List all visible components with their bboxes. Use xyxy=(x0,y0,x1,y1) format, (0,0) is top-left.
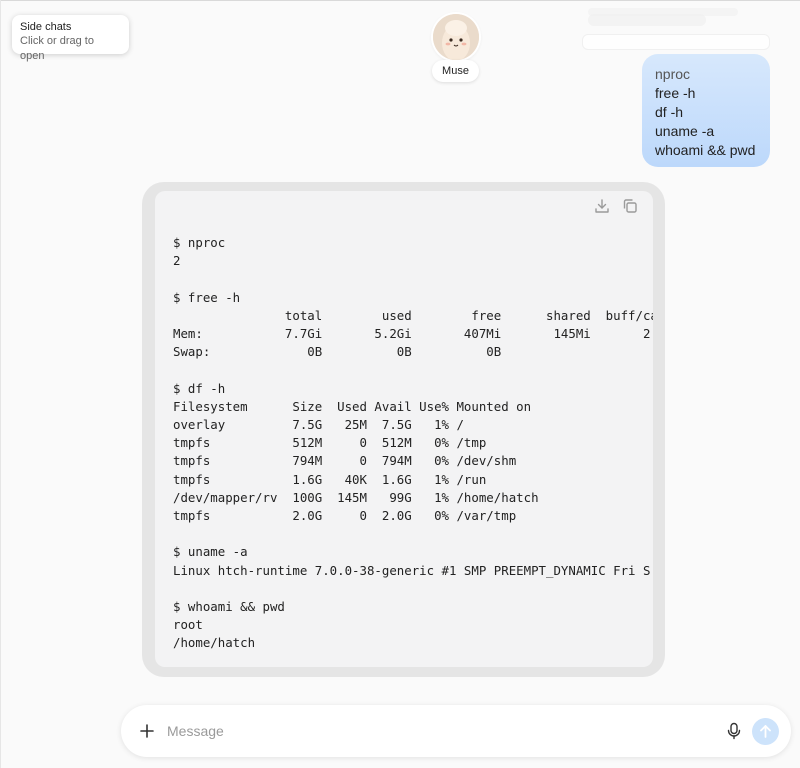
send-arrow-icon xyxy=(760,725,771,738)
user-message-bubble: nproc free -h df -h uname -a whoami && p… xyxy=(642,54,770,167)
code-line: tmpfs 512M 0 512M 0% /tmp xyxy=(173,435,487,451)
code-line: ​ xyxy=(173,270,653,288)
code-line: ​ xyxy=(173,580,653,598)
code-line: $ nproc xyxy=(173,235,226,250)
assistant-name: Muse xyxy=(432,60,479,82)
code-output: $ nproc2​$ free -h total used free share… xyxy=(173,234,653,659)
code-line: root xyxy=(173,617,203,633)
send-button[interactable] xyxy=(752,718,779,745)
code-line: $ whoami && pwd xyxy=(173,599,285,615)
left-border xyxy=(0,0,1,768)
code-line: total used free shared buff/cache xyxy=(173,307,653,323)
code-line: Filesystem Size Used Avail Use% Mounted … xyxy=(173,398,532,414)
code-line: Linux htch-runtime 7.0.0-38-generic #1 S… xyxy=(173,562,651,578)
code-line: ​ xyxy=(173,361,653,379)
mascot-icon xyxy=(433,14,479,60)
top-border xyxy=(0,0,800,1)
side-chats-title: Side chats xyxy=(20,21,72,33)
code-line: tmpfs 1.6G 40K 1.6G 1% /run xyxy=(173,471,487,487)
code-line: $ free -h xyxy=(173,289,241,305)
code-line: /home/hatch xyxy=(173,635,256,651)
code-line: ​ xyxy=(173,525,653,543)
faded-input-bar xyxy=(582,34,770,50)
message-input[interactable] xyxy=(167,720,707,742)
code-line: /dev/mapper/rv 100G 145M 99G 1% /home/ha… xyxy=(173,489,539,505)
copy-icon[interactable] xyxy=(621,197,639,215)
user-message-line: uname -a xyxy=(655,123,715,139)
plus-icon[interactable] xyxy=(138,719,156,743)
code-line: tmpfs 794M 0 794M 0% /dev/shm xyxy=(173,453,517,469)
user-message-line: df -h xyxy=(655,104,684,120)
code-line: Swap: 0B 0B 0B xyxy=(173,344,502,360)
code-line: Mem: 7.7Gi 5.2Gi 407Mi 145Mi 2.4Gi xyxy=(173,326,653,342)
code-line: tmpfs 2.0G 0 2.0G 0% /var/tmp xyxy=(173,508,517,524)
code-line: 2 xyxy=(173,253,181,269)
faded-message-line xyxy=(588,14,706,26)
code-line: $ uname -a xyxy=(173,544,248,560)
user-message-line: nproc xyxy=(655,66,691,82)
user-message-line: free -h xyxy=(655,85,696,101)
assistant-avatar[interactable] xyxy=(433,14,479,60)
side-chats-panel[interactable]: Side chats Click or drag to open xyxy=(12,15,129,62)
code-line: $ df -h xyxy=(173,380,226,396)
microphone-icon[interactable] xyxy=(726,722,742,740)
download-icon[interactable] xyxy=(593,197,611,215)
code-line: overlay 7.5G 25M 7.5G 1% / xyxy=(173,417,464,433)
side-chats-hint: Click or drag to open xyxy=(20,35,94,62)
user-message-line: whoami && pwd xyxy=(655,142,756,158)
